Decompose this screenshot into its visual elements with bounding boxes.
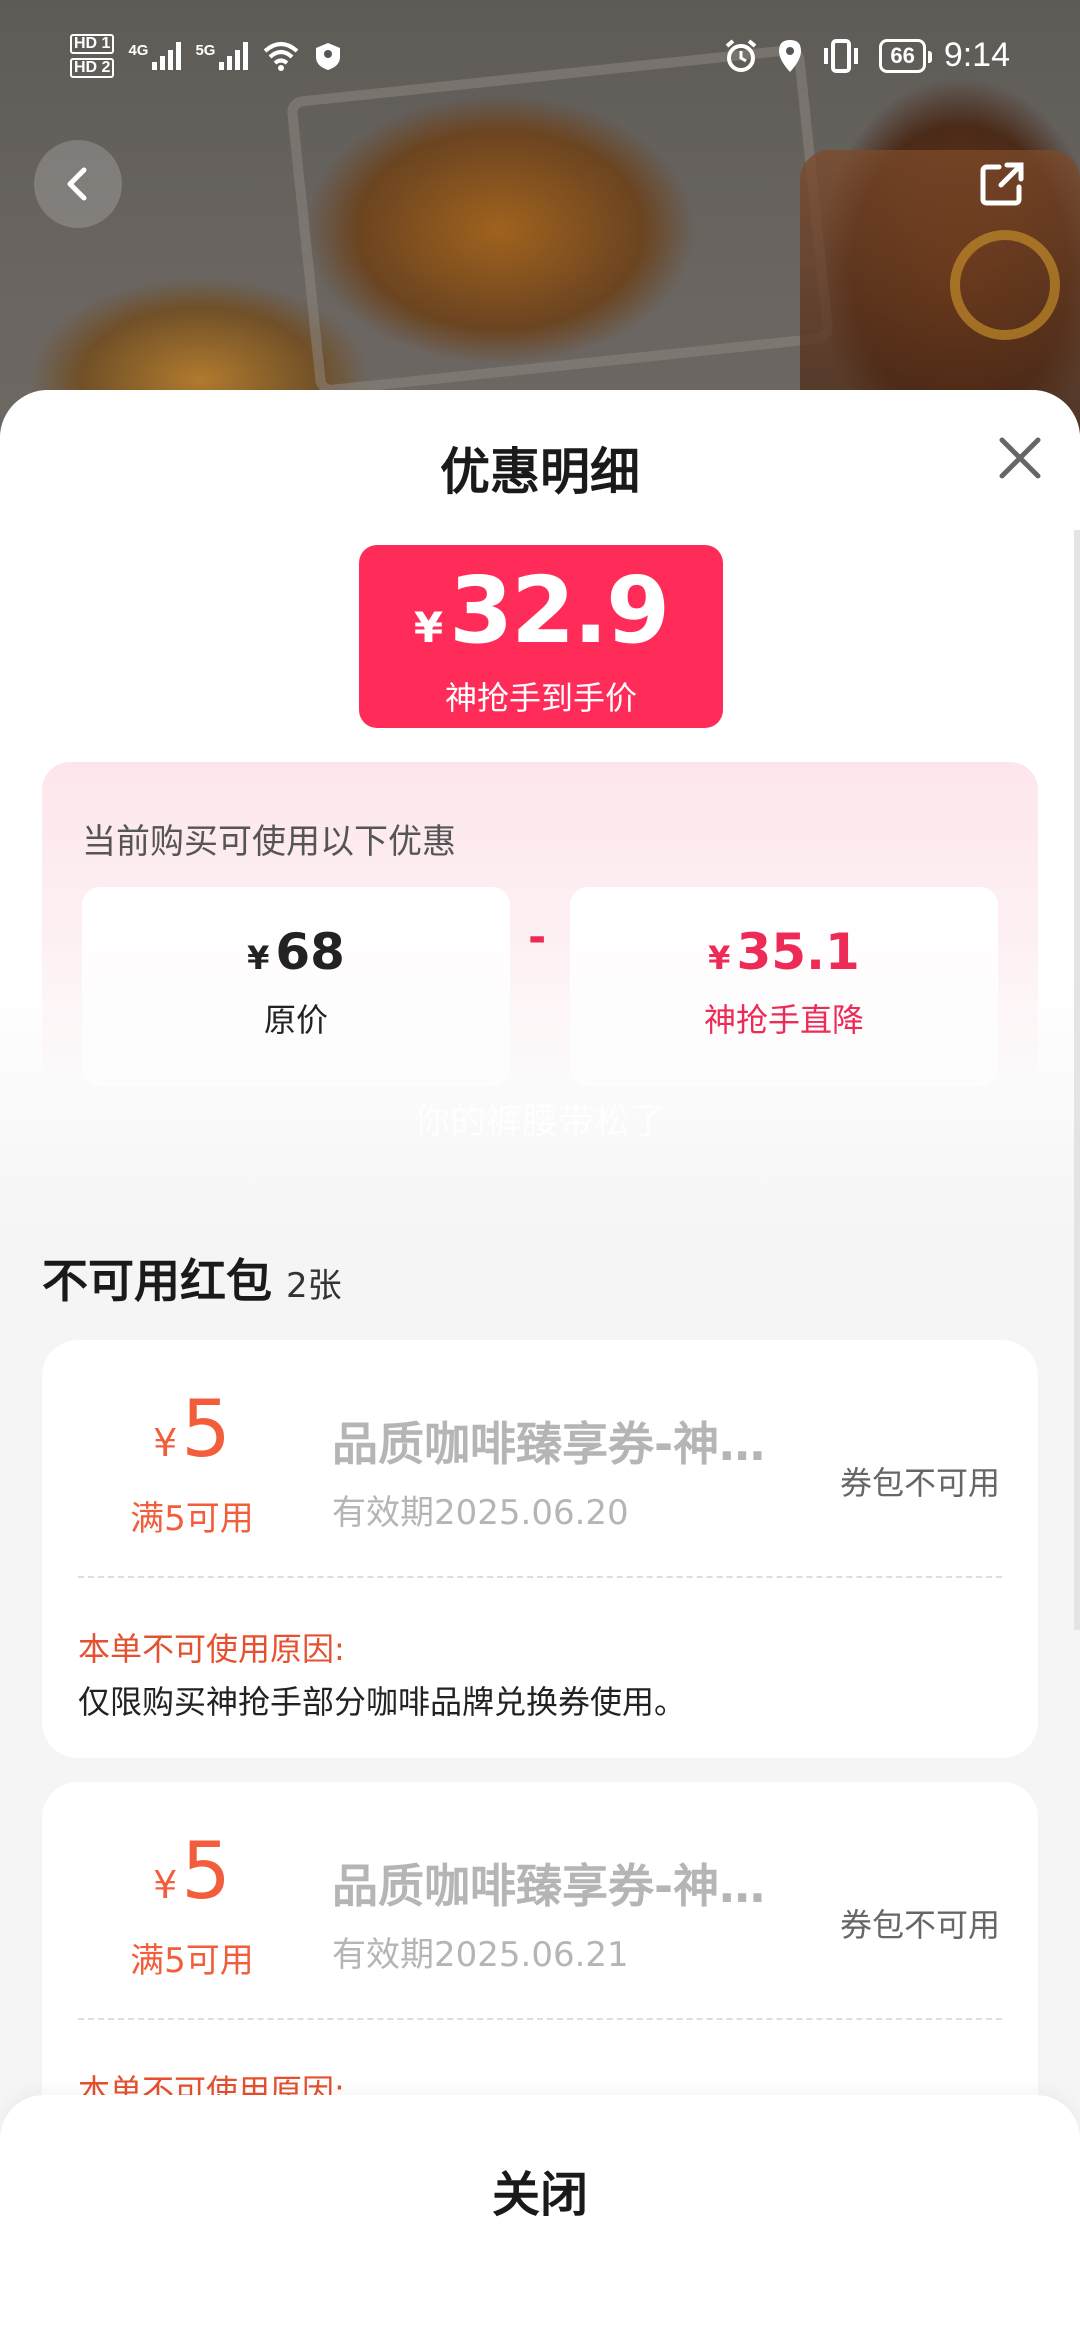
sim-indicator: HD 1 HD 2 — [70, 34, 115, 78]
alarm-icon — [726, 38, 757, 72]
signal-4g: 4G — [128, 42, 182, 70]
coupon-currency: ¥ — [153, 1421, 178, 1465]
direct-discount-card: ¥35.1 神抢手直降 — [570, 887, 998, 1087]
original-price-value: 68 — [275, 923, 345, 981]
coupon-card[interactable]: ¥5 满5可用 品质咖啡臻享券-神… 有效期2025.06.20 券包不可用 本… — [42, 1340, 1038, 1758]
back-button[interactable] — [34, 140, 122, 228]
original-currency: ¥ — [247, 939, 270, 977]
discount-label: 神抢手直降 — [703, 1001, 864, 1039]
coupon-value: 5 — [181, 1385, 231, 1475]
close-button[interactable]: 关闭 — [0, 2155, 1080, 2225]
net2-label: 5G — [195, 42, 216, 59]
divider — [78, 1576, 1002, 1578]
unavailable-title: 不可用红包 — [42, 1254, 272, 1308]
coupon-condition: 满5可用 — [130, 1499, 254, 1539]
signal-bars-icon — [152, 42, 182, 70]
share-button[interactable] — [958, 140, 1046, 228]
discount-value: 35.1 — [736, 923, 860, 981]
coupon-validity: 有效期2025.06.20 — [332, 1493, 629, 1533]
close-icon[interactable] — [990, 428, 1050, 488]
coupon-validity: 有效期2025.06.21 — [332, 1935, 629, 1975]
minus-sign: - — [528, 912, 547, 963]
sim2-label: HD 2 — [70, 58, 115, 78]
unavailable-section-header: 不可用红包 2张 — [42, 1245, 342, 1311]
signal-5g: 5G — [195, 42, 249, 70]
sheet-footer: 关闭 — [0, 2095, 1080, 2340]
discount-breakdown: 当前购买可使用以下优惠 ¥68 原价 - ¥35.1 神抢手直降 — [42, 762, 1038, 1102]
status-bar: HD 1 HD 2 4G 5G 66 9:14 — [0, 0, 1080, 120]
final-price-value: 32.9 — [449, 557, 670, 664]
divider — [78, 2018, 1002, 2020]
scrollbar[interactable] — [1074, 530, 1080, 1630]
coupon-condition: 满5可用 — [130, 1941, 254, 1981]
clock: 9:14 — [943, 36, 1010, 74]
coupon-value: 5 — [181, 1827, 231, 1917]
unavailable-count: 2张 — [286, 1266, 342, 1306]
coupon-name: 品质咖啡臻享券-神… — [332, 1417, 766, 1471]
sim1-label: HD 1 — [70, 34, 115, 54]
vibrate-icon — [824, 38, 859, 73]
net1-label: 4G — [128, 42, 149, 59]
shield-icon — [316, 43, 341, 70]
discount-currency: ¥ — [708, 939, 731, 977]
original-price-label: 原价 — [263, 1001, 328, 1039]
battery-indicator: 66 — [879, 38, 933, 73]
sheet-title: 优惠明细 — [440, 443, 640, 501]
coupon-amount: ¥5 满5可用 — [92, 1390, 292, 1540]
wifi-icon — [264, 42, 299, 71]
discount-heading: 当前购买可使用以下优惠 — [82, 822, 456, 862]
reason-text: 仅限购买神抢手部分咖啡品牌兑换券使用。 — [78, 1683, 687, 1721]
final-price-label: 神抢手到手价 — [444, 679, 637, 717]
original-price-card: ¥68 原价 — [82, 887, 510, 1087]
reason-heading: 本单不可使用原因: — [78, 1630, 345, 1668]
coupon-name: 品质咖啡臻享券-神… — [332, 1859, 766, 1913]
back-icon — [67, 167, 87, 201]
coupon-amount: ¥5 满5可用 — [92, 1832, 292, 1982]
final-price-currency: ¥ — [413, 603, 444, 652]
discount-detail-sheet: 优惠明细 ¥ 32.9 神抢手到手价 当前购买可使用以下优惠 ¥68 原价 - … — [0, 390, 1080, 2340]
coupon-status: 券包不可用 — [839, 1906, 1000, 1944]
coupon-currency: ¥ — [153, 1863, 178, 1907]
final-price-tag: ¥ 32.9 神抢手到手价 — [359, 545, 723, 728]
signal-bars-icon — [219, 42, 249, 70]
coupon-status: 券包不可用 — [839, 1464, 1000, 1502]
watermark-text: 你的裤腰带松了 — [413, 1101, 666, 1142]
location-icon — [779, 39, 802, 72]
share-icon — [980, 162, 1024, 206]
lemon-slice — [950, 230, 1060, 340]
